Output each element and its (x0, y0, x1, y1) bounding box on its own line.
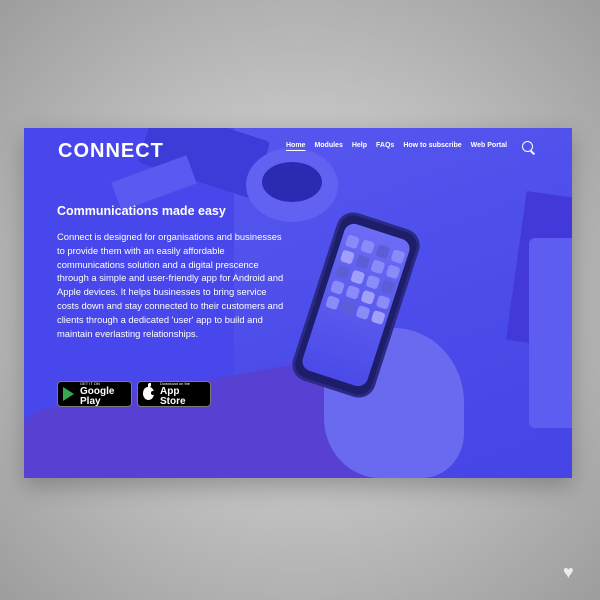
background-coffee (262, 162, 322, 202)
website-screenshot: CONNECT Home Modules Help FAQs How to su… (24, 128, 572, 478)
apple-icon (143, 383, 155, 401)
nav-help[interactable]: Help (352, 142, 367, 149)
nav-modules[interactable]: Modules (314, 142, 342, 149)
app-store-small-label: Download on the (160, 380, 191, 386)
google-play-button[interactable]: GET IT ON Google Play (57, 381, 132, 407)
nav-faqs[interactable]: FAQs (376, 142, 394, 149)
nav-home[interactable]: Home (286, 142, 305, 149)
search-icon[interactable] (522, 141, 533, 152)
google-play-label: Google Play (80, 385, 115, 407)
app-store-button[interactable]: Download on the App Store (137, 381, 211, 407)
google-play-icon (63, 387, 75, 401)
connect-logo[interactable]: CONNECT (58, 140, 164, 163)
nav-web-portal[interactable]: Web Portal (471, 142, 507, 149)
heart-icon: ♥ (563, 562, 574, 582)
hero-description: Connect is designed for organisations an… (57, 231, 284, 339)
nav-how-to-subscribe[interactable]: How to subscribe (403, 142, 461, 149)
hero-title: Communications made easy (57, 204, 226, 218)
app-store-label: App Store (160, 385, 186, 407)
background-laptop (529, 238, 572, 428)
main-nav: Home Modules Help FAQs How to subscribe … (286, 142, 507, 149)
google-play-small-label: GET IT ON (80, 380, 100, 386)
